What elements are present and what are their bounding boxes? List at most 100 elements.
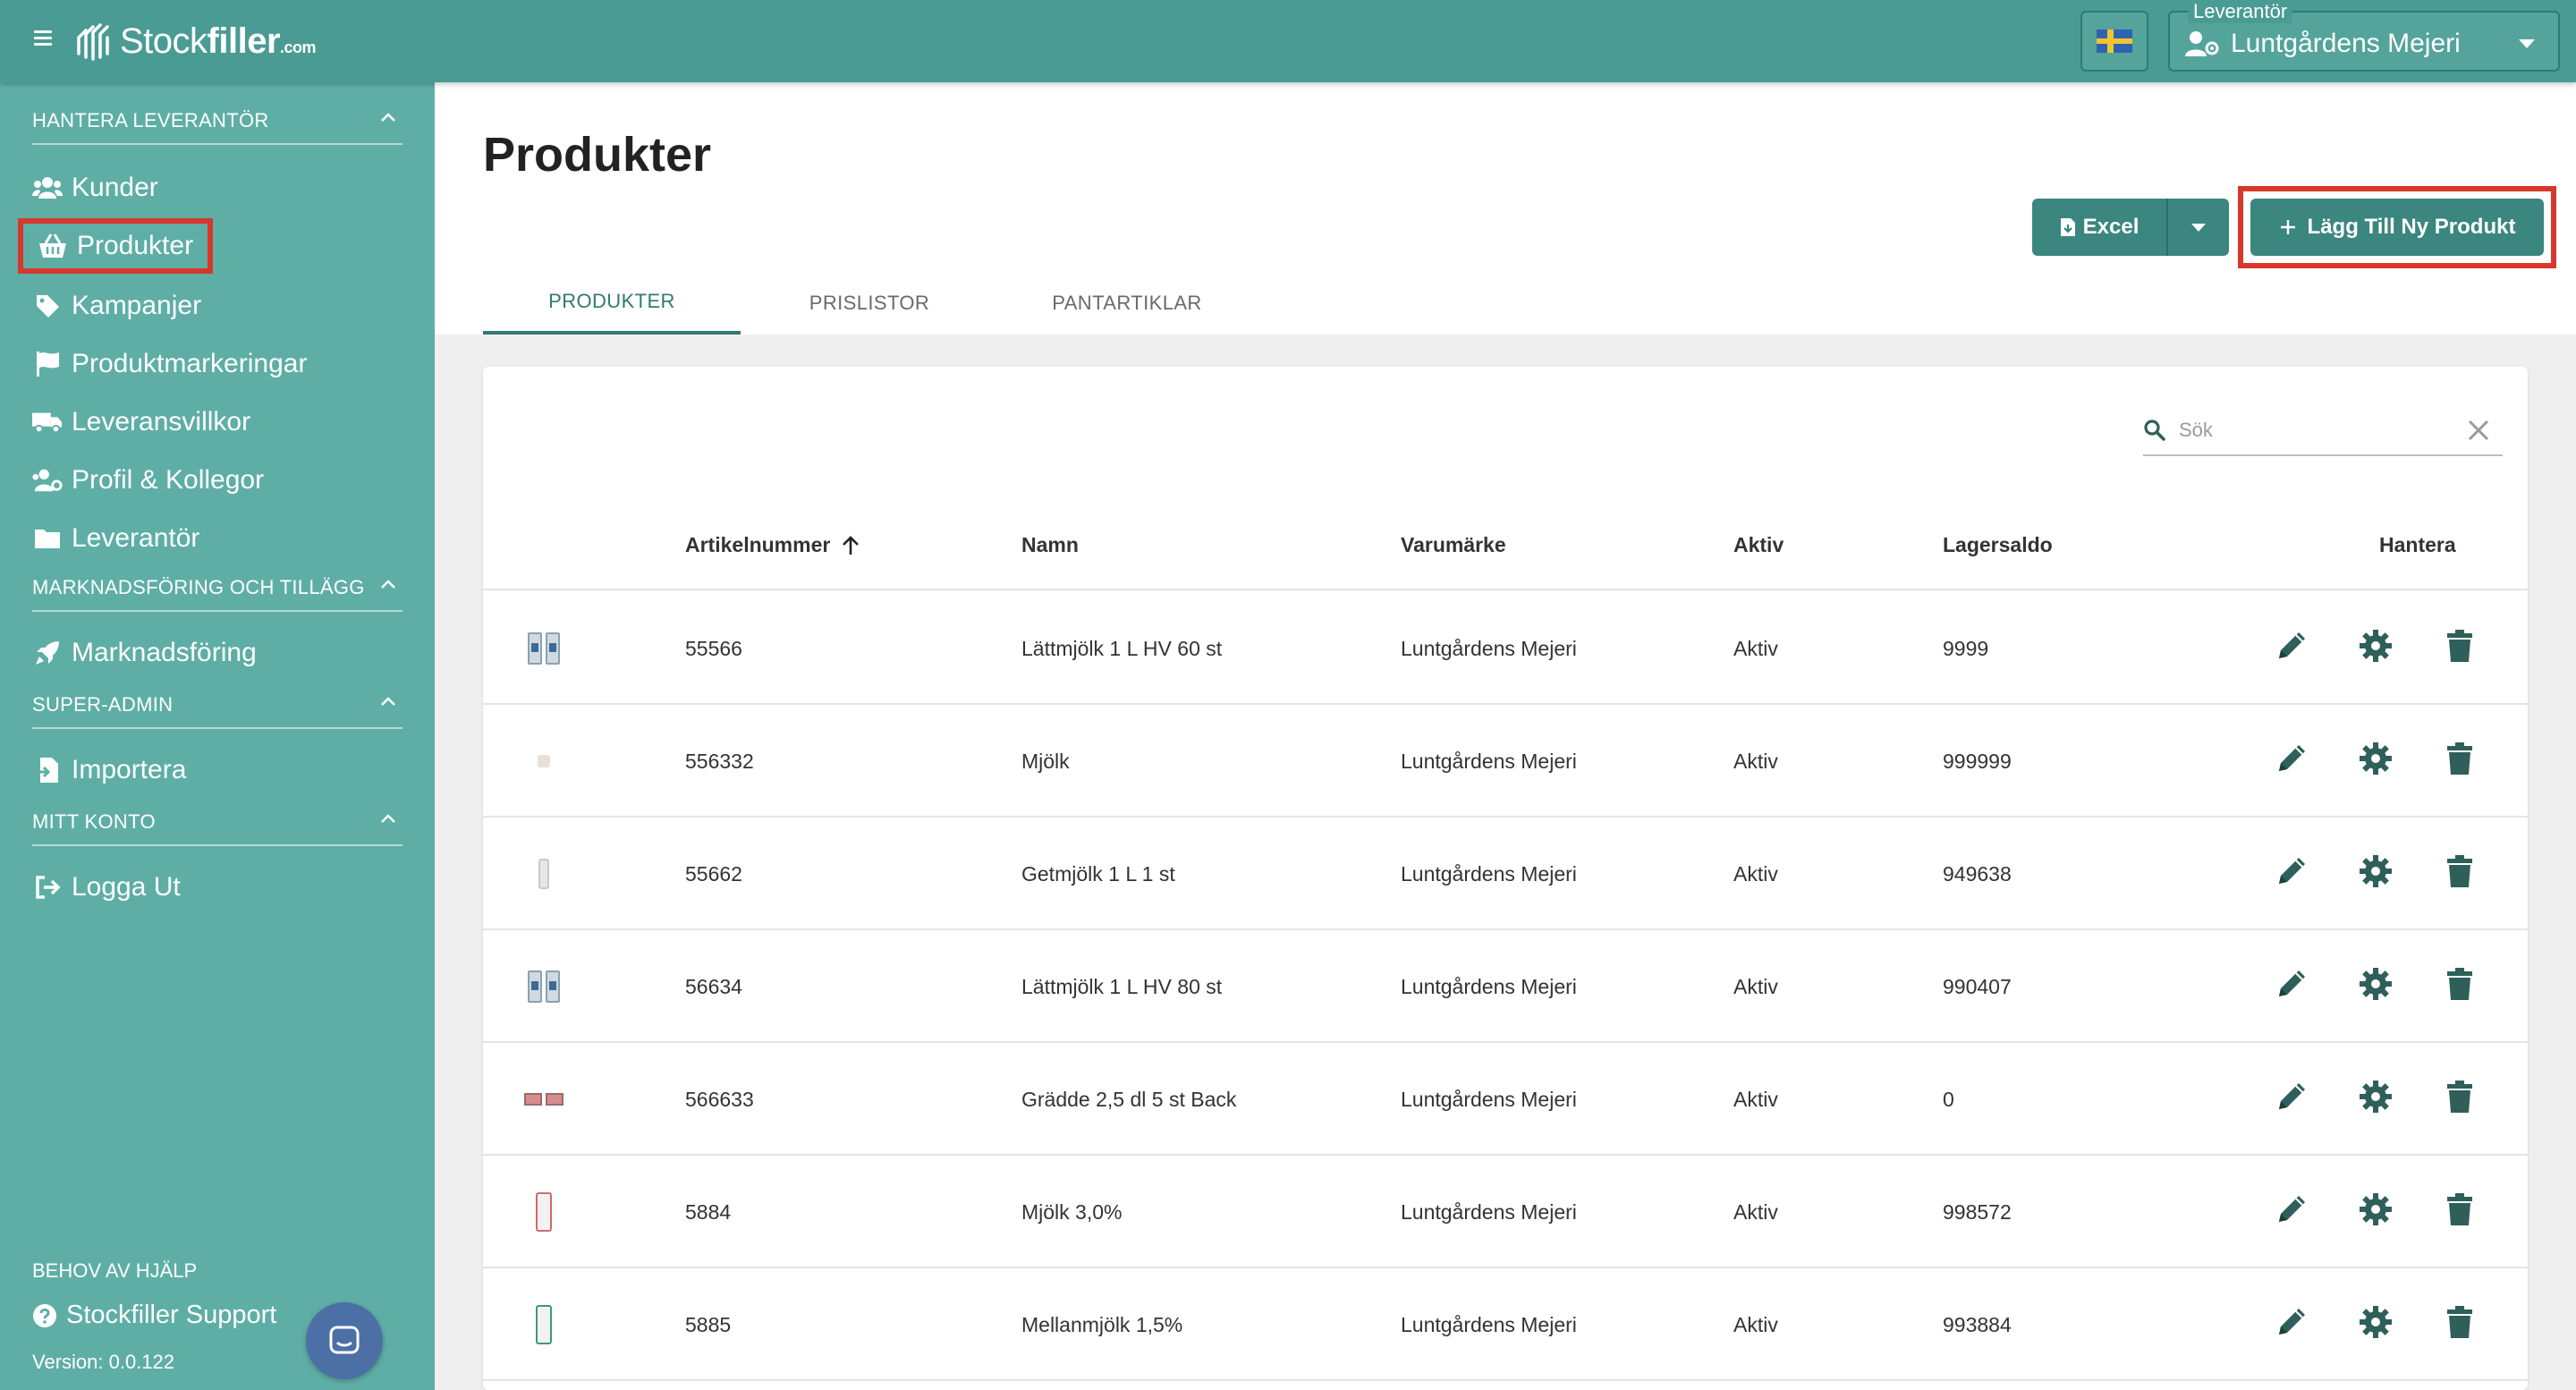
- sidebar-item-logga-ut[interactable]: Logga Ut: [32, 863, 181, 911]
- cell-stock: 949638: [1943, 862, 2012, 886]
- settings-gear-icon[interactable]: [2354, 850, 2397, 893]
- column-header-namn[interactable]: Namn: [1021, 533, 1079, 557]
- file-download-icon: [2060, 218, 2075, 236]
- edit-pencil-icon[interactable]: [2270, 1075, 2313, 1118]
- edit-pencil-icon[interactable]: [2270, 962, 2313, 1005]
- chevron-up-icon: [381, 697, 395, 706]
- sidebar-item-label: Produkter: [77, 231, 194, 260]
- sidebar-item-label: Marknadsföring: [72, 638, 257, 667]
- sidebar-item-leveransvillkor[interactable]: Leveransvillkor: [32, 398, 250, 446]
- chat-button[interactable]: [306, 1302, 383, 1379]
- cell-stock: 0: [1943, 1088, 1954, 1111]
- edit-pencil-icon[interactable]: [2270, 1301, 2313, 1343]
- excel-label: Excel: [2082, 215, 2140, 239]
- sidebar-item-produkter[interactable]: Produkter: [18, 218, 214, 274]
- cell-article: 55566: [685, 637, 742, 660]
- sidebar-item-kunder[interactable]: Kunder: [32, 164, 158, 212]
- column-header-lagersaldo[interactable]: Lagersaldo: [1943, 533, 2053, 557]
- table-row[interactable]: 5884 Mjölk 3,0% Luntgårdens Mejeri Aktiv 998…: [483, 1156, 2528, 1268]
- cell-stock: 999999: [1943, 750, 2012, 773]
- sidebar-item-label: Leveransvillkor: [72, 407, 251, 436]
- delete-trash-icon[interactable]: [2438, 737, 2481, 780]
- table-row[interactable]: 5885 Mellanmjölk 1,5% Luntgårdens Mejeri Ak…: [483, 1268, 2528, 1381]
- row-actions: [2270, 1075, 2481, 1118]
- menu-icon[interactable]: [34, 27, 55, 48]
- logo-text: Stockfiller.com: [120, 21, 317, 61]
- edit-pencil-icon[interactable]: [2270, 1188, 2313, 1231]
- sidebar-item-marknadsforing[interactable]: Marknadsföring: [32, 629, 257, 677]
- language-button[interactable]: [2080, 11, 2148, 72]
- cell-name: Mjölk: [1021, 750, 1070, 773]
- edit-pencil-icon[interactable]: [2270, 850, 2313, 893]
- excel-dropdown-button[interactable]: [2166, 199, 2229, 256]
- settings-gear-icon[interactable]: [2354, 962, 2397, 1005]
- cell-active: Aktiv: [1733, 975, 1778, 998]
- section-super-admin[interactable]: SUPER-ADMIN: [32, 679, 402, 729]
- support-link[interactable]: Stockfiller Support: [32, 1301, 276, 1330]
- cell-active: Aktiv: [1733, 1088, 1778, 1111]
- add-product-button[interactable]: Lägg Till Ny Produkt: [2250, 199, 2544, 256]
- sidebar-item-produktmarkeringar[interactable]: Produktmarkeringar: [32, 340, 307, 388]
- excel-button-group: Excel: [2032, 199, 2229, 256]
- column-header-label: Namn: [1021, 533, 1079, 556]
- section-title: MITT KONTO: [32, 810, 156, 833]
- cell-active: Aktiv: [1733, 862, 1778, 886]
- section-hantera-leverantor[interactable]: HANTERA LEVERANTÖR: [32, 95, 402, 145]
- section-marknadsforing[interactable]: MARKNADSFÖRING OCH TILLÄGG: [32, 562, 402, 612]
- column-header-aktiv[interactable]: Aktiv: [1733, 533, 1784, 557]
- sidebar-item-leverantor[interactable]: Leverantör: [32, 514, 199, 563]
- products-table-card: Artikelnummer Namn Varumärke Aktiv Lager…: [483, 367, 2528, 1390]
- table-row[interactable]: 566633 Grädde 2,5 dl 5 st Back Luntgårdens…: [483, 1043, 2528, 1156]
- users-icon: [32, 173, 63, 203]
- tab-prislistor[interactable]: PRISLISTOR: [741, 272, 998, 335]
- delete-trash-icon[interactable]: [2438, 1301, 2481, 1343]
- sidebar-item-label: Leverantör: [72, 523, 200, 553]
- edit-pencil-icon[interactable]: [2270, 737, 2313, 780]
- delete-trash-icon[interactable]: [2438, 1188, 2481, 1231]
- sidebar-item-profil-kollegor[interactable]: Profil & Kollegor: [32, 456, 264, 504]
- sidebar-item-label: Logga Ut: [72, 872, 181, 902]
- column-header-label: Hantera: [2379, 533, 2456, 556]
- table-row[interactable]: 556332 Mjölk Luntgårdens Mejeri Aktiv 999999: [483, 705, 2528, 818]
- column-header-varumarke[interactable]: Varumärke: [1401, 533, 1506, 557]
- cell-active: Aktiv: [1733, 750, 1778, 773]
- cell-name: Lättmjölk 1 L HV 80 st: [1021, 975, 1223, 998]
- table-row[interactable]: 55566 Lättmjölk 1 L HV 60 st Luntgårdens M…: [483, 592, 2528, 705]
- table-row[interactable]: 56634 Lättmjölk 1 L HV 80 st Luntgårdens M…: [483, 930, 2528, 1043]
- settings-gear-icon[interactable]: [2354, 624, 2397, 667]
- settings-gear-icon[interactable]: [2354, 1188, 2397, 1231]
- row-actions: [2270, 962, 2481, 1005]
- cell-name: Mjölk 3,0%: [1021, 1200, 1123, 1224]
- excel-button[interactable]: Excel: [2032, 199, 2166, 256]
- settings-gear-icon[interactable]: [2354, 1075, 2397, 1118]
- sidebar-item-label: Produktmarkeringar: [72, 349, 308, 378]
- sidebar-item-kampanjer[interactable]: Kampanjer: [32, 282, 201, 330]
- delete-trash-icon[interactable]: [2438, 850, 2481, 893]
- clear-search-icon[interactable]: [2467, 419, 2490, 442]
- sidebar-item-label: Kunder: [72, 173, 158, 202]
- users-cog-icon: [32, 465, 63, 496]
- delete-trash-icon[interactable]: [2438, 624, 2481, 667]
- stockfiller-logo[interactable]: Stockfiller.com: [73, 14, 317, 68]
- section-title: SUPER-ADMIN: [32, 693, 174, 716]
- tab-produkter[interactable]: PRODUKTER: [483, 272, 741, 335]
- tab-pantartiklar[interactable]: PANTARTIKLAR: [998, 272, 1256, 335]
- delete-trash-icon[interactable]: [2438, 962, 2481, 1005]
- cell-brand: Luntgårdens Mejeri: [1401, 975, 1577, 998]
- cell-brand: Luntgårdens Mejeri: [1401, 1088, 1577, 1111]
- edit-pencil-icon[interactable]: [2270, 624, 2313, 667]
- cell-brand: Luntgårdens Mejeri: [1401, 1313, 1577, 1336]
- search-input[interactable]: [2179, 413, 2447, 447]
- delete-trash-icon[interactable]: [2438, 1075, 2481, 1118]
- tag-icon: [32, 291, 63, 321]
- sidebar-item-importera[interactable]: Importera: [32, 746, 186, 794]
- table-row[interactable]: 55662 Getmjölk 1 L 1 st Luntgårdens Mejeri…: [483, 818, 2528, 930]
- table-header: Artikelnummer Namn Varumärke Aktiv Lager…: [483, 501, 2528, 590]
- section-mitt-konto[interactable]: MITT KONTO: [32, 796, 402, 846]
- product-thumbnail: [519, 852, 569, 896]
- section-title: MARKNADSFÖRING OCH TILLÄGG: [32, 576, 365, 598]
- settings-gear-icon[interactable]: [2354, 737, 2397, 780]
- supplier-select[interactable]: Leverantör Luntgårdens Mejeri: [2168, 0, 2560, 72]
- column-header-artikelnummer[interactable]: Artikelnummer: [685, 533, 860, 557]
- settings-gear-icon[interactable]: [2354, 1301, 2397, 1343]
